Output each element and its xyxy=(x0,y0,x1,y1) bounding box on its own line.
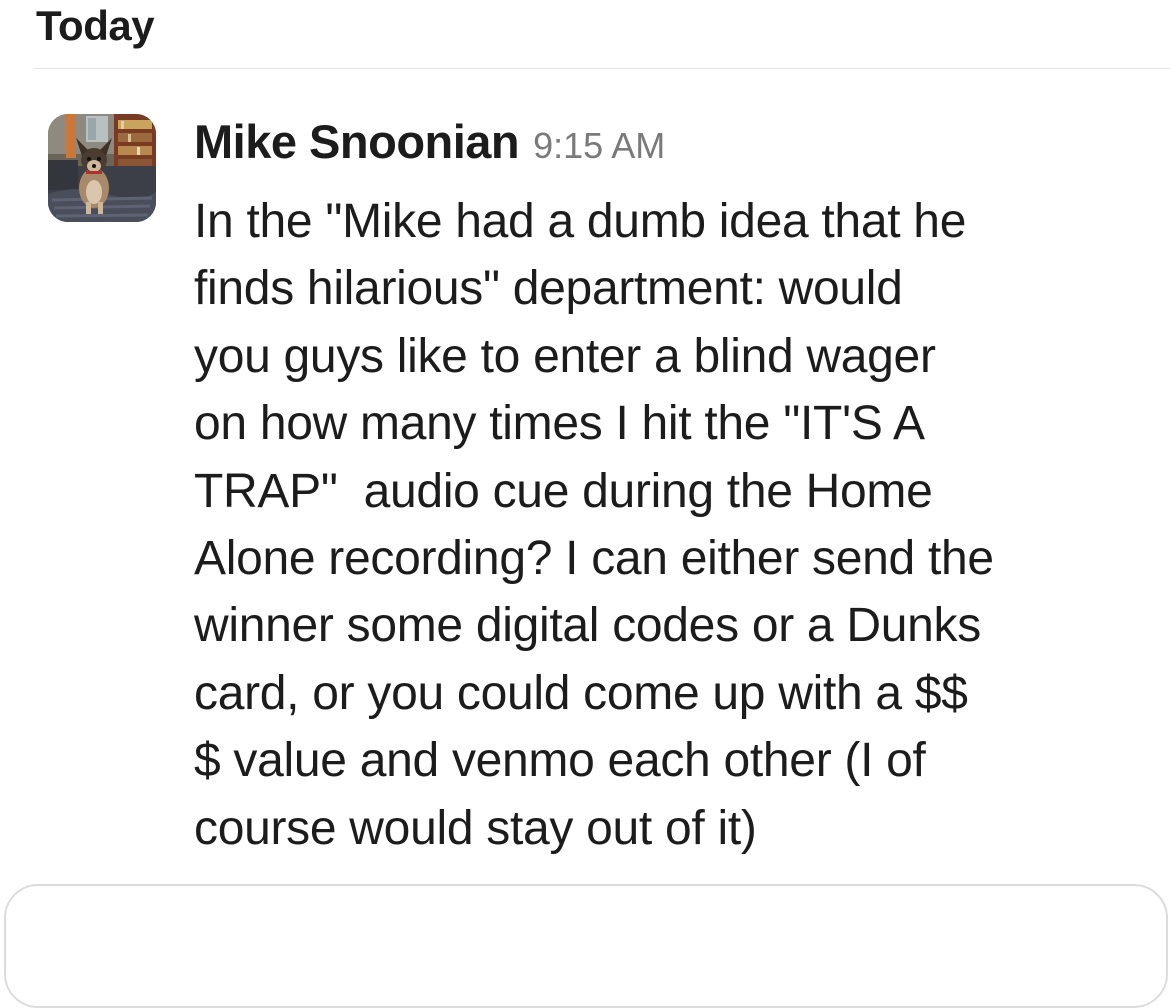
message-composer[interactable] xyxy=(4,884,1168,1008)
message-line: on how many times I hit the "IT'S A xyxy=(194,397,925,451)
message-line: Alone recording? I can either send the xyxy=(194,532,994,586)
avatar[interactable] xyxy=(48,114,156,222)
message-header: Mike Snoonian 9:15 AM xyxy=(194,114,1154,178)
message-line: winner some digital codes or a Dunks xyxy=(194,599,981,653)
message-line: finds hilarious" department: would xyxy=(194,262,903,316)
message-line: TRAP" audio cue during the Home xyxy=(194,464,933,518)
dog-photo-avatar-icon xyxy=(48,114,156,222)
message-line: $ value and venmo each other (I of xyxy=(194,734,926,788)
message-line: you guys like to enter a blind wager xyxy=(194,329,936,383)
message-line: course would stay out of it) xyxy=(194,801,757,855)
author-name[interactable]: Mike Snoonian xyxy=(194,114,520,169)
message-line: card, or you could come up with a $$ xyxy=(194,666,968,720)
message-line: In the "Mike had a dumb idea that he xyxy=(194,195,967,248)
message-body: Mike Snoonian 9:15 AM In the "Mike had a… xyxy=(194,114,1154,862)
day-header: Today xyxy=(36,2,155,49)
message-timestamp[interactable]: 9:15 AM xyxy=(533,125,665,167)
day-divider xyxy=(34,68,1170,69)
message-text: In the "Mike had a dumb idea that he fin… xyxy=(194,188,1154,862)
